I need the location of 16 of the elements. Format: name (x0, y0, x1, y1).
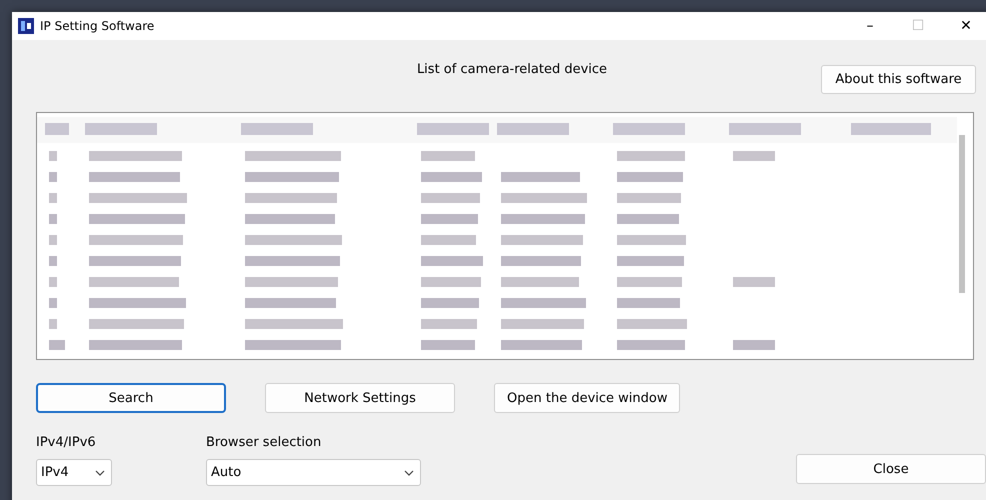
window-title: IP Setting Software (40, 19, 154, 33)
about-button[interactable]: About this software (821, 65, 976, 94)
network-settings-button[interactable]: Network Settings (265, 383, 455, 413)
close-dialog-button[interactable]: Close (796, 454, 986, 484)
browser-selection-label: Browser selection (206, 435, 322, 450)
list-heading: List of camera-related device (416, 62, 608, 79)
browser-dropdown[interactable]: Auto (206, 459, 421, 486)
ip-version-dropdown[interactable]: IPv4 (36, 459, 112, 486)
minimize-button[interactable]: – (846, 12, 894, 40)
ip-version-label: IPv4/IPv6 (36, 435, 97, 450)
app-icon (18, 18, 34, 34)
caret-icon (95, 470, 105, 476)
caret-icon (404, 470, 414, 476)
open-device-window-button[interactable]: Open the device window (494, 383, 680, 413)
close-button[interactable]: ✕ (942, 12, 986, 40)
search-button[interactable]: Search (36, 383, 226, 413)
